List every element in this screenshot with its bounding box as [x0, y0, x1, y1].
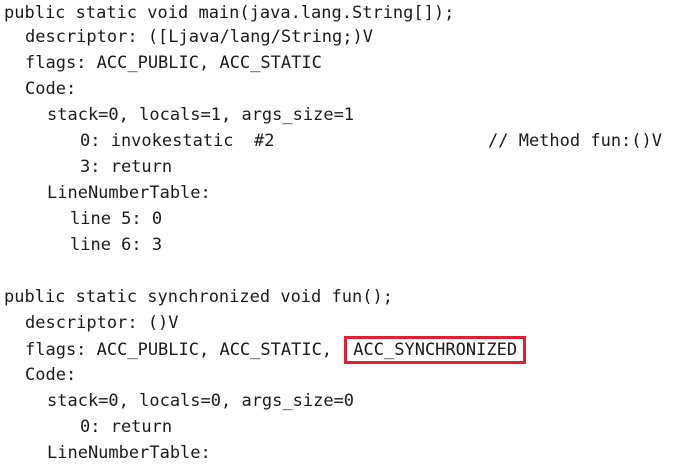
stack-line-fun: stack=0, locals=0, args_size=0 [47, 391, 355, 411]
line-number-entry-6: line 6: 3 [70, 235, 163, 255]
flags-line-fun: flags: ACC_PUBLIC, ACC_STATIC, ACC_SYNCH… [25, 336, 527, 364]
line-number-table-label-fun: LineNumberTable: [47, 443, 211, 463]
method-comment: // Method fun:()V [488, 131, 662, 151]
instruction-return-fun: 0: return [80, 417, 173, 437]
instruction-return-main: 3: return [80, 157, 173, 177]
bytecode-listing: public static void main(java.lang.String… [0, 0, 683, 464]
code-label-main: Code: [25, 79, 77, 99]
descriptor-line-fun: descriptor: ()V [25, 313, 179, 333]
instruction-invokestatic: 0: invokestatic #2 [80, 131, 275, 151]
code-label-fun: Code: [25, 365, 77, 385]
flags-line-main: flags: ACC_PUBLIC, ACC_STATIC [25, 53, 322, 73]
method-signature-fun: public static synchronized void fun(); [4, 287, 393, 307]
line-number-table-label-main: LineNumberTable: [47, 183, 211, 203]
flags-prefix-fun: flags: ACC_PUBLIC, ACC_STATIC, [25, 340, 333, 360]
line-number-entry-5: line 5: 0 [70, 209, 163, 229]
stack-line-main: stack=0, locals=1, args_size=1 [47, 105, 355, 125]
synchronized-flag-highlight: ACC_SYNCHRONIZED [344, 336, 527, 364]
method-signature-main: public static void main(java.lang.String… [4, 3, 455, 23]
descriptor-line-main: descriptor: ([Ljava/lang/String;)V [25, 27, 373, 47]
